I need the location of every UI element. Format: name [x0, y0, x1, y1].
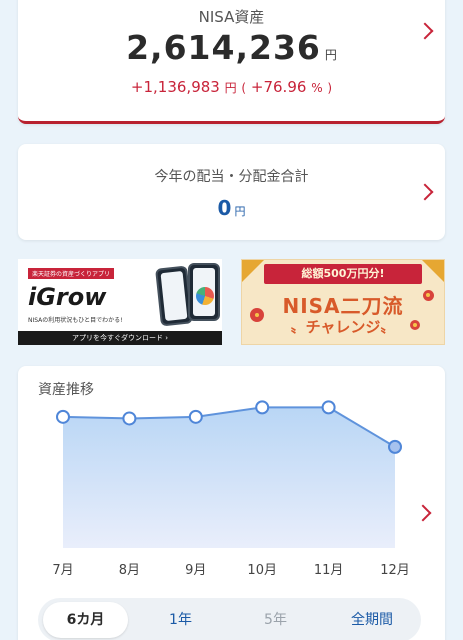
nisa-assets-value: 2,614,236 [126, 28, 321, 67]
campaign-ribbon: 総額500万円分! [264, 264, 422, 284]
x-tick-label: 10月 [247, 563, 277, 578]
igrow-logo: iGrow [28, 283, 107, 311]
x-tick-label: 11月 [314, 563, 344, 578]
tab-5-years[interactable]: 5年 [233, 602, 318, 638]
x-tick-label: 12月 [380, 563, 410, 578]
flower-icon [250, 308, 264, 322]
data-point[interactable] [388, 439, 402, 454]
nisa-gain-percent: +76.96 [250, 78, 307, 96]
asset-area [63, 407, 395, 548]
nisa-gain-open-paren: ( [241, 81, 247, 95]
nisa-assets-unit: 円 [324, 48, 337, 62]
dividends-value: 0 [217, 196, 232, 220]
dividends-card[interactable]: 今年の配当・分配金合計 0円 [18, 144, 445, 240]
nisa-gain: +1,136,983 円 ( +76.96 % ) [18, 78, 445, 96]
period-tabs: 6カ月 1年 5年 全期間 [38, 598, 421, 640]
decoration [242, 260, 264, 282]
data-point[interactable] [122, 411, 137, 426]
tab-all-period[interactable]: 全期間 [328, 602, 416, 638]
campaign-title: NISA二刀流 [282, 294, 404, 318]
nisa-gain-amount: +1,136,983 [130, 78, 220, 96]
igrow-tag: 楽天証券の資産づくりアプリ [28, 268, 115, 279]
dividends-amount: 0円 [18, 196, 445, 220]
data-point[interactable] [255, 400, 270, 415]
flower-icon [410, 320, 420, 330]
data-point[interactable] [321, 400, 336, 415]
x-tick-label: 8月 [119, 563, 140, 578]
igrow-app-banner[interactable]: 楽天証券の資産づくりアプリ iGrow NISAの利用状況もひと目でわかる! ア… [18, 259, 222, 345]
nisa-campaign-banner[interactable]: 総額500万円分! NISA二刀流 〟チャレンジ〟 [241, 259, 445, 345]
phone-illustration [188, 263, 220, 321]
nisa-gain-unit: 円 [224, 81, 237, 95]
nisa-assets-label: NISA資産 [198, 8, 265, 26]
igrow-download-cta: アプリを今すぐダウンロード › [18, 331, 222, 345]
x-tick-label: 7月 [52, 563, 73, 578]
data-point[interactable] [188, 409, 203, 424]
nisa-gain-percent-unit: % [311, 81, 323, 95]
tab-6-months[interactable]: 6カ月 [43, 602, 128, 638]
data-point[interactable] [56, 409, 70, 424]
x-tick-label: 9月 [185, 563, 206, 578]
tab-1-year[interactable]: 1年 [138, 602, 223, 638]
pie-graphic [196, 287, 214, 305]
dividends-label: 今年の配当・分配金合計 [154, 169, 309, 185]
nisa-gain-close-paren: ) [327, 81, 333, 95]
nisa-assets-amount: 2,614,236 円 [18, 28, 445, 67]
decoration [422, 260, 444, 282]
nisa-assets-card[interactable]: NISA資産 2,614,236 円 +1,136,983 円 ( +76.96 … [18, 0, 445, 124]
igrow-subtitle: NISAの利用状況もひと目でわかる! [28, 317, 123, 324]
flower-icon [423, 290, 434, 301]
dividends-unit: 円 [234, 205, 246, 218]
